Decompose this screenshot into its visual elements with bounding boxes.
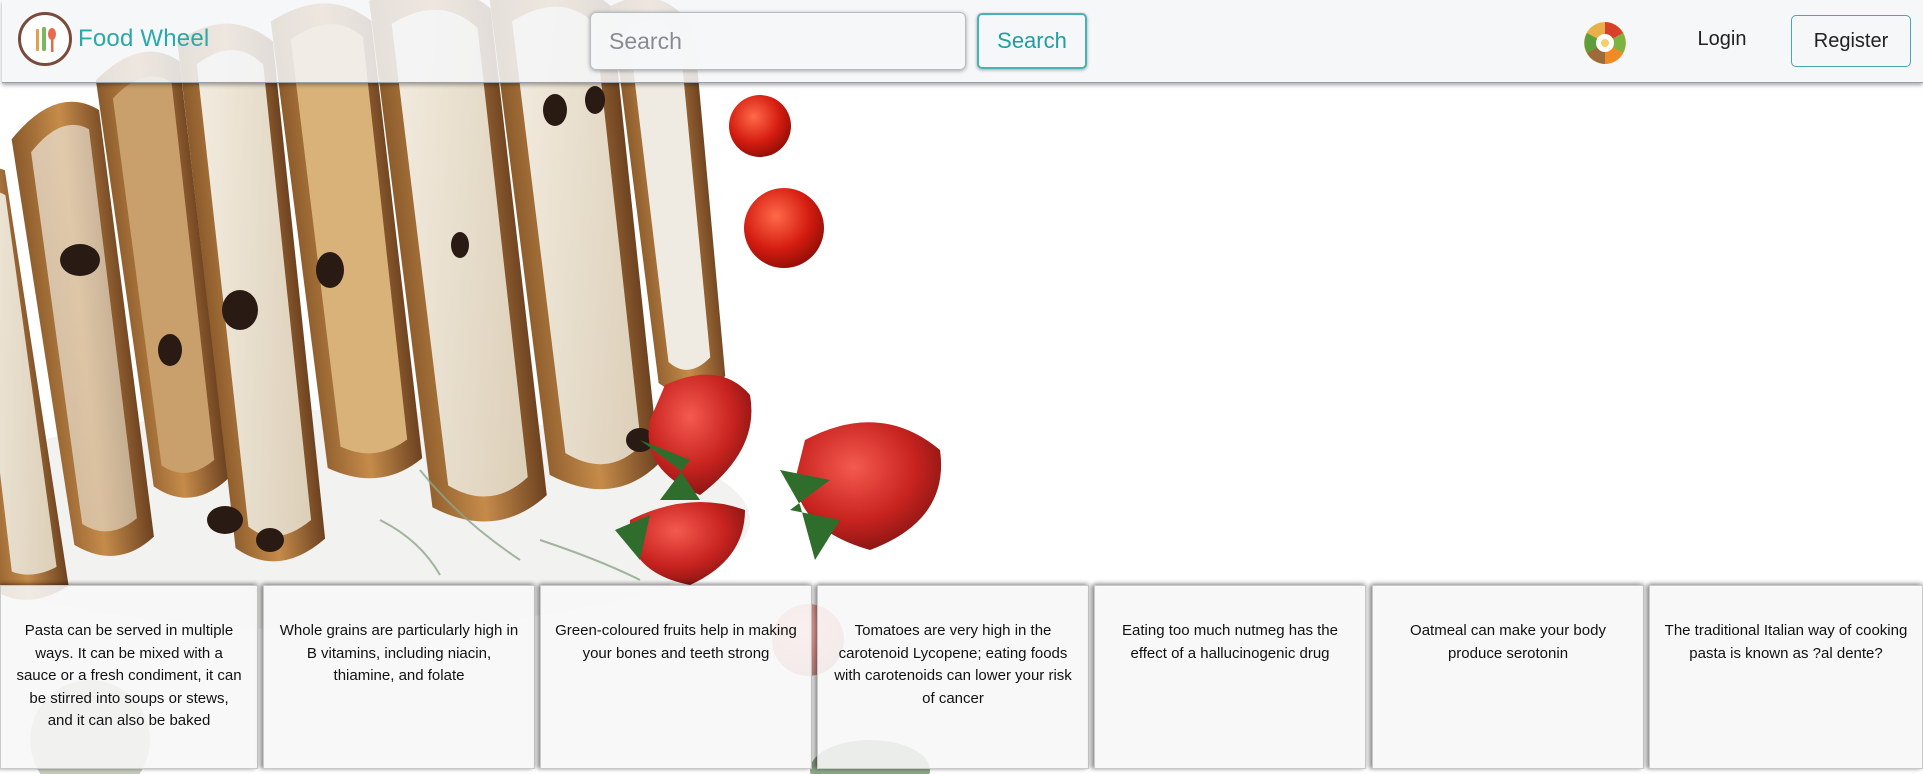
fact-text: Oatmeal can make your body produce serot…: [1410, 622, 1606, 662]
fact-text: Pasta can be served in multiple ways. It…: [16, 622, 242, 729]
brand-name: Food Wheel: [78, 25, 210, 52]
fact-card: Whole grains are particularly high in B …: [263, 585, 535, 769]
food-facts-row: Pasta can be served in multiple ways. It…: [0, 585, 1923, 774]
fact-text: Tomatoes are very high in the carotenoid…: [834, 622, 1072, 707]
search-button[interactable]: Search: [977, 13, 1087, 69]
cutlery-logo-icon: [18, 12, 72, 66]
home-page: Food Wheel Search Login Register Pasta c…: [0, 0, 1923, 774]
fact-text: The traditional Italian way of cooking p…: [1664, 622, 1908, 662]
fact-card: Tomatoes are very high in the carotenoid…: [817, 585, 1089, 769]
register-button[interactable]: Register: [1791, 15, 1911, 67]
fact-text: Green-coloured fruits help in making you…: [555, 622, 797, 662]
fact-text: Whole grains are particularly high in B …: [279, 622, 519, 684]
brand-link[interactable]: Food Wheel: [18, 12, 209, 66]
login-link[interactable]: Login: [1672, 28, 1772, 51]
food-wheel-icon[interactable]: [1583, 21, 1627, 65]
fact-text: Eating too much nutmeg has the effect of…: [1122, 622, 1338, 662]
fact-card: Green-coloured fruits help in making you…: [540, 585, 812, 769]
fact-card: Pasta can be served in multiple ways. It…: [0, 585, 258, 769]
fact-card: Oatmeal can make your body produce serot…: [1372, 585, 1644, 769]
fact-card: The traditional Italian way of cooking p…: [1649, 585, 1923, 769]
search-input[interactable]: [590, 12, 966, 70]
fact-card: Eating too much nutmeg has the effect of…: [1094, 585, 1366, 769]
top-navbar: Food Wheel Search Login Register: [2, 0, 1923, 83]
